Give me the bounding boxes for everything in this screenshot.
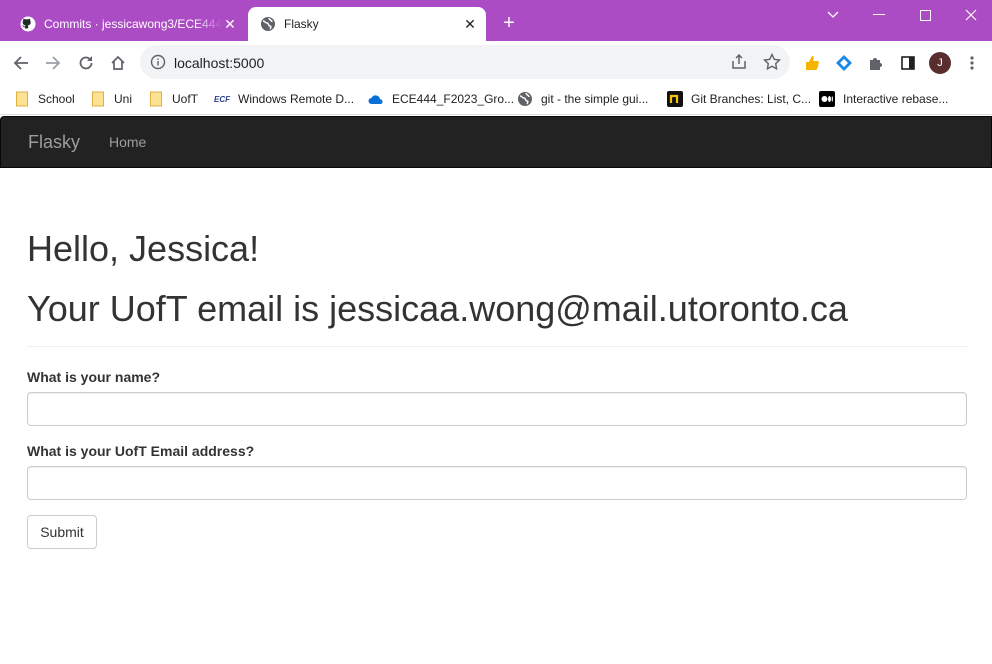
folder-icon [148, 91, 164, 107]
home-icon[interactable] [105, 50, 131, 76]
bookmark-uoft[interactable]: UofT [148, 89, 198, 109]
bookmark-ece444[interactable]: ECE444_F2023_Gro... [368, 89, 514, 109]
profile-avatar[interactable]: J [929, 52, 951, 74]
bookmarks-bar: School Uni UofT ECF Windows Remote D... … [0, 83, 992, 115]
name-input[interactable] [27, 392, 967, 426]
side-panel-icon[interactable] [895, 50, 921, 76]
forward-arrow-icon[interactable] [40, 50, 66, 76]
bookmark-star-icon[interactable] [762, 52, 782, 72]
browser-titlebar: Commits · jessicawong3/ECE444- ✕ Flasky … [0, 0, 992, 41]
bookmark-uni[interactable]: Uni [90, 89, 132, 109]
globe-icon [260, 16, 276, 32]
back-arrow-icon[interactable] [8, 50, 34, 76]
folder-icon [14, 91, 30, 107]
n-icon [667, 91, 683, 107]
minimize-icon[interactable] [856, 0, 902, 30]
puzzle-extensions-icon[interactable] [863, 50, 889, 76]
window-close-icon[interactable] [948, 0, 992, 30]
browser-toolbar: localhost:5000 J [0, 41, 992, 83]
maximize-icon[interactable] [902, 0, 948, 30]
medium-icon [819, 91, 835, 107]
navbar-brand[interactable]: Flasky [28, 132, 80, 153]
close-icon[interactable]: ✕ [222, 16, 238, 32]
url-text[interactable]: localhost:5000 [174, 55, 264, 71]
new-tab-button[interactable]: + [498, 12, 520, 34]
app-navbar: Flasky Home [0, 116, 992, 168]
bookmark-label: School [38, 92, 75, 106]
name-label: What is your name? [27, 369, 161, 385]
folder-icon [90, 91, 106, 107]
tab-search-chevron-icon[interactable] [810, 0, 856, 30]
address-bar[interactable]: localhost:5000 [140, 45, 790, 79]
bookmark-label: UofT [172, 92, 199, 106]
bookmark-label: ECE444_F2023_Gro... [392, 92, 515, 106]
divider [27, 346, 967, 347]
ecf-icon: ECF [214, 94, 230, 104]
diamond-extension-icon[interactable] [831, 50, 857, 76]
onedrive-icon [368, 91, 384, 107]
kebab-menu-icon[interactable] [959, 50, 985, 76]
tab-flasky[interactable]: Flasky ✕ [248, 7, 486, 41]
info-icon[interactable] [149, 53, 167, 71]
bookmark-label: Uni [114, 92, 133, 106]
thumbs-up-extension-icon[interactable] [799, 50, 825, 76]
bookmark-git-guide[interactable]: git - the simple gui... [517, 89, 648, 109]
github-icon [20, 16, 36, 32]
email-input[interactable] [27, 466, 967, 500]
bookmark-label: Git Branches: List, C... [691, 92, 812, 106]
share-icon[interactable] [730, 53, 748, 71]
bookmark-school[interactable]: School [14, 89, 75, 109]
bookmark-label: Windows Remote D... [238, 92, 355, 106]
globe-icon [517, 91, 533, 107]
tab-commits[interactable]: Commits · jessicawong3/ECE444- ✕ [8, 7, 246, 41]
tab-title: Flasky [284, 17, 319, 31]
email-label: What is your UofT Email address? [27, 443, 255, 459]
close-icon[interactable]: ✕ [462, 16, 478, 32]
bookmark-label: Interactive rebase... [843, 92, 949, 106]
tab-title: Commits · jessicawong3/ECE444- [44, 17, 222, 31]
bookmark-windows-remote[interactable]: ECF Windows Remote D... [214, 89, 354, 109]
greeting-heading: Hello, Jessica! [27, 228, 260, 269]
bookmark-git-branches[interactable]: Git Branches: List, C... [667, 89, 811, 109]
email-heading: Your UofT email is jessicaa.wong@mail.ut… [27, 288, 848, 329]
reload-icon[interactable] [73, 50, 99, 76]
nav-home-link[interactable]: Home [109, 134, 146, 150]
bookmark-interactive-rebase[interactable]: Interactive rebase... [819, 89, 948, 109]
bookmark-label: git - the simple gui... [541, 92, 649, 106]
submit-button[interactable]: Submit [27, 515, 97, 549]
